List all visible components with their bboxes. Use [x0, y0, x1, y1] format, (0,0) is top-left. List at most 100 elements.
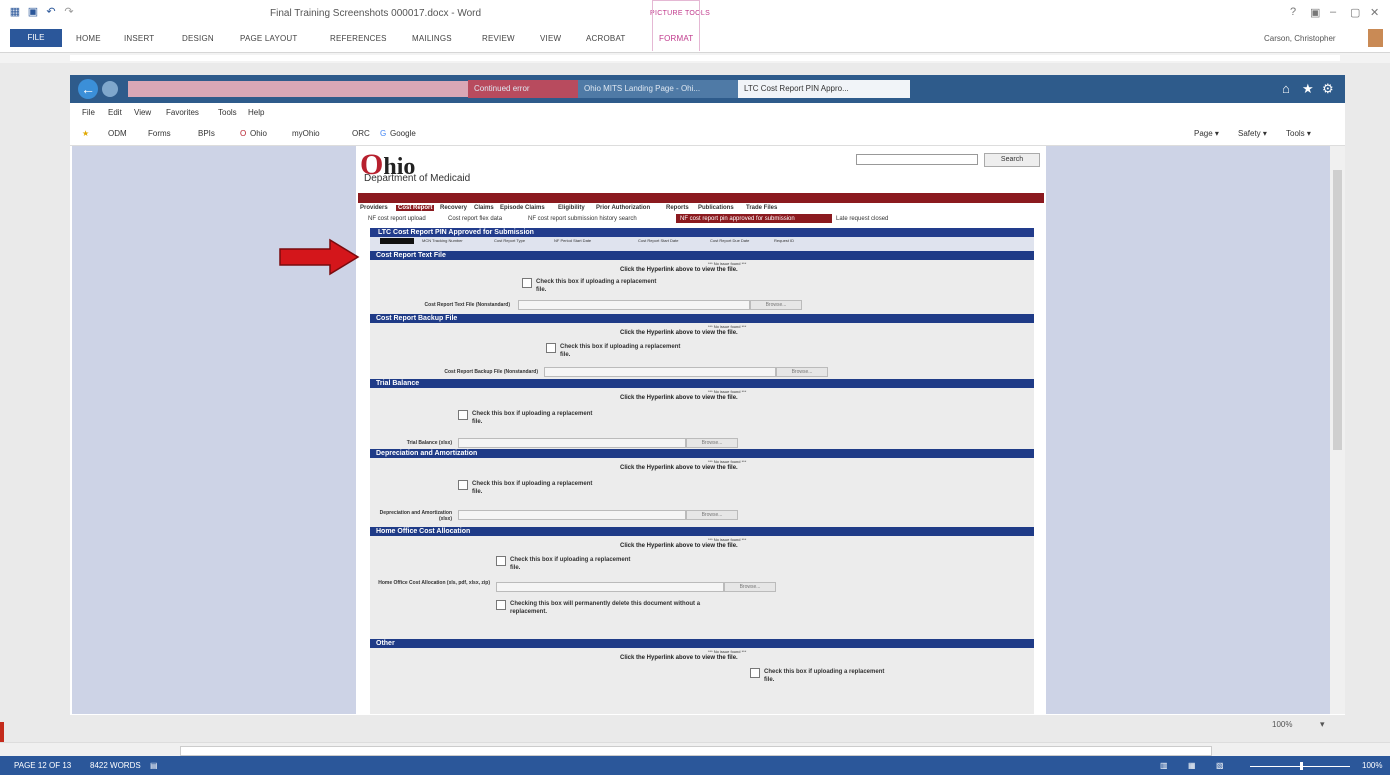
horizontal-scrollbar[interactable] [0, 742, 1390, 757]
replacement-checkbox [522, 278, 532, 288]
zoom-slider-thumb[interactable] [1300, 762, 1303, 770]
delete-checkbox [496, 600, 506, 610]
save-icon[interactable]: ▣ [26, 6, 40, 19]
undo-icon[interactable]: ↶ [44, 6, 58, 19]
file-input [544, 367, 776, 377]
user-name[interactable]: Carson, Christopher [1264, 34, 1336, 43]
replacement-checkbox [496, 556, 506, 566]
tab-references[interactable]: REFERENCES [330, 34, 387, 43]
zoom-level: 100% [1272, 720, 1293, 729]
column-header: Cost Report Type [494, 238, 526, 243]
web-layout-icon[interactable]: ▧ [1216, 761, 1224, 770]
avatar[interactable] [1368, 29, 1383, 47]
file-input [496, 582, 724, 592]
section-body: *** No issue found *** Click the Hyperli… [370, 648, 1034, 714]
forward-arrow-icon [102, 81, 118, 97]
ie-titlebar: ← Continued error Ohio MITS Landing Page… [70, 75, 1345, 103]
tab-insert[interactable]: INSERT [124, 34, 154, 43]
field-label: Home Office Cost Allocation (xls, pdf, x… [378, 580, 490, 586]
minimize-icon[interactable]: – [1330, 6, 1336, 18]
checkbox-label: Check this box if uploading a replacemen… [560, 344, 681, 358]
browse-button: Browse... [686, 510, 738, 520]
menu-view: View [134, 108, 152, 117]
replacement-checkbox [750, 668, 760, 678]
nav-item: Prior Authorization [596, 205, 651, 211]
help-icon[interactable]: ? [1290, 6, 1296, 18]
tab-mailings[interactable]: MAILINGS [412, 34, 452, 43]
column-header: Request ID [774, 238, 795, 243]
hint-text: Click the Hyperlink above to view the fi… [620, 330, 738, 336]
replacement-checkbox [458, 480, 468, 490]
print-layout-icon[interactable]: ▦ [1188, 761, 1196, 770]
report-header-row: MCN Tracking Number Cost Report Type NF … [370, 237, 1034, 251]
close-icon[interactable]: ✕ [1370, 6, 1379, 19]
subnav-item: NF cost report upload [368, 216, 426, 222]
fav-ohio-icon: O [240, 129, 247, 138]
ie-tab-active: LTC Cost Report PIN Appro... [738, 80, 910, 98]
tab-page-layout[interactable]: PAGE LAYOUT [240, 34, 297, 43]
ribbon-tabs: FILE HOME INSERT DESIGN PAGE LAYOUT REFE… [0, 0, 1390, 53]
fav-item: myOhio [292, 129, 320, 138]
tab-acrobat[interactable]: ACROBAT [586, 34, 625, 43]
tab-view[interactable]: VIEW [540, 34, 561, 43]
section-body: *** No issue found *** Click the Hyperli… [370, 323, 1034, 379]
checkbox-label: Check this box if uploading a replacemen… [510, 557, 631, 571]
tab-format[interactable]: FORMAT [652, 0, 701, 51]
field-label: Cost Report Text File (Nonstandard) [424, 302, 510, 308]
section-body: *** No issue found *** Click the Hyperli… [370, 260, 1034, 314]
fav-item: Ohio [250, 129, 267, 138]
ie-tab: Ohio MITS Landing Page - Ohi... [578, 80, 740, 98]
field-label: Cost Report Backup File (Nonstandard) [444, 369, 538, 375]
address-bar [128, 81, 508, 97]
word-count[interactable]: 8422 WORDS [90, 761, 141, 770]
status-note: *** No issue found *** [708, 324, 747, 329]
section-header: Cost Report Text File [370, 251, 1034, 260]
tab-review[interactable]: REVIEW [482, 34, 515, 43]
fav-item: ORC [352, 129, 370, 138]
column-header: NF Period Start Date [554, 238, 592, 243]
hint-text: Click the Hyperlink above to view the fi… [620, 267, 738, 273]
file-input [458, 438, 686, 448]
ohio-subnav: NF cost report upload Cost report flex d… [358, 214, 1044, 224]
checkbox-label: Checking this box will permanently delet… [510, 601, 701, 615]
browse-button: Browse... [776, 367, 828, 377]
checkbox-label: Check this box if uploading a replacemen… [536, 279, 657, 293]
section-header: Depreciation and Amortization [370, 449, 1034, 458]
hint-text: Click the Hyperlink above to view the fi… [620, 543, 738, 549]
menu-file: File [82, 108, 95, 117]
checkbox-label: Check this box if uploading a replacemen… [472, 481, 593, 495]
subnav-item: Cost report flex data [448, 216, 503, 222]
page-count[interactable]: PAGE 12 OF 13 [14, 761, 71, 770]
ribbon-display-icon[interactable]: ▣ [1310, 6, 1320, 19]
nav-item: Recovery [440, 205, 468, 211]
column-header: Cost Report Start Date [638, 238, 679, 243]
ohio-page: Ohio Department of Medicaid Search Provi… [356, 146, 1046, 714]
zoom-percent[interactable]: 100% [1362, 761, 1382, 770]
department-name: Department of Medicaid [364, 173, 471, 184]
replacement-checkbox [546, 343, 556, 353]
browse-button: Browse... [686, 438, 738, 448]
read-mode-icon[interactable]: ▥ [1160, 761, 1168, 770]
tab-file[interactable]: FILE [10, 29, 62, 47]
tab-home[interactable]: HOME [76, 34, 101, 43]
redo-icon[interactable]: ↷ [62, 6, 76, 19]
nav-item: Trade Files [746, 205, 778, 211]
zoom-readout: 100% ▾ [1230, 716, 1390, 736]
hint-text: Click the Hyperlink above to view the fi… [620, 395, 738, 401]
column-header: MCN Tracking Number [422, 238, 463, 243]
maximize-icon[interactable]: ▢ [1350, 6, 1360, 19]
tab-design[interactable]: DESIGN [182, 34, 214, 43]
hint-text: Click the Hyperlink above to view the fi… [620, 655, 738, 661]
fav-item: Forms [148, 129, 171, 138]
menu-edit: Edit [108, 108, 122, 117]
zoom-dropdown-icon[interactable]: ▾ [1320, 719, 1325, 730]
section-header: Other [370, 639, 1034, 648]
section-header: Cost Report Backup File [370, 314, 1034, 323]
section-body: *** No issue found *** Click the Hyperli… [370, 388, 1034, 449]
document-title: Final Training Screenshots 000017.docx -… [270, 8, 482, 19]
checkbox-label: Check this box if uploading a replacemen… [764, 669, 885, 683]
ohio-nav: Providers Cost Report Recovery Claims Ep… [358, 203, 1044, 213]
proofing-icon[interactable]: ▤ [150, 761, 158, 770]
safety-menu: Safety ▾ [1238, 129, 1267, 138]
cost-report-form: LTC Cost Report PIN Approved for Submiss… [370, 228, 1034, 714]
